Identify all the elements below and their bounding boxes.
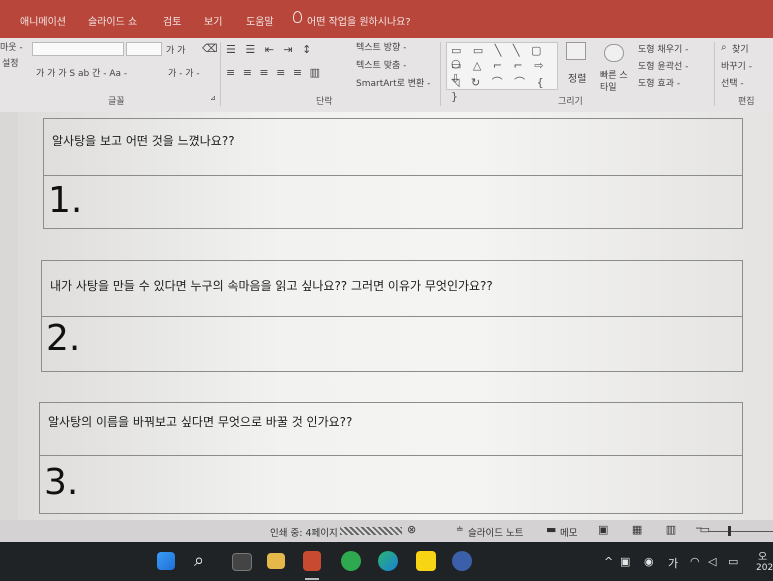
ime-indicator[interactable]: 가 [668, 555, 678, 571]
arrange-icon[interactable] [566, 42, 586, 60]
arrange-button[interactable]: 정렬 [568, 70, 586, 85]
group-editing-label: 편집 [738, 97, 755, 107]
app-icon-green[interactable] [341, 551, 361, 571]
wifi-icon[interactable]: ◠ [690, 555, 700, 568]
shape-fill-button[interactable]: 도형 채우기 - [638, 42, 688, 55]
find-button[interactable]: 찾기 [732, 42, 749, 55]
app-icon-blue[interactable] [452, 551, 472, 571]
font-size-combo[interactable] [126, 42, 162, 56]
tab-animations[interactable]: 애니메이션 [20, 13, 66, 28]
font-grow-shrink[interactable]: 가 가 [166, 43, 185, 56]
tab-slideshow[interactable]: 슬라이드 쇼 [88, 13, 137, 28]
windows-start-icon[interactable] [157, 552, 175, 570]
edge-browser-icon[interactable] [378, 551, 398, 571]
tray-overflow-icon[interactable]: ^ [604, 555, 613, 568]
reset-button[interactable]: 설정 [2, 56, 19, 69]
slide-notes-button[interactable]: 슬라이드 노트 [468, 525, 523, 539]
shape-outline-button[interactable]: 도형 윤곽선 - [638, 59, 688, 72]
zoom-slider-thumb[interactable] [728, 526, 731, 536]
question-text: 내가 사탕을 만들 수 있다면 누구의 속마음을 읽고 싶나요?? 그러면 이유… [50, 279, 493, 293]
tab-review[interactable]: 검토 [163, 13, 181, 28]
text-align-button[interactable]: 텍스트 맞춤 - [356, 58, 406, 71]
separator [440, 42, 441, 106]
tab-view[interactable]: 보기 [204, 13, 222, 28]
group-font-label: 글꼴 [108, 97, 125, 107]
font-name-combo[interactable] [32, 42, 124, 56]
tray-app-icon[interactable]: ◉ [644, 555, 654, 568]
separator [714, 42, 715, 106]
text-direction-button[interactable]: 텍스트 방향 - [356, 40, 406, 53]
battery-icon[interactable]: ▭ [728, 555, 738, 568]
active-app-indicator [305, 578, 319, 580]
answer-number: 3. [44, 462, 79, 503]
divider [44, 175, 742, 176]
clock-date[interactable]: 202 [756, 563, 773, 573]
ribbon-tab-bar: 애니메이션 슬라이드 쇼 검토 보기 도움말 어떤 작업을 원하시나요? [0, 0, 773, 38]
font-dialog-launcher-icon[interactable]: ⊿ [210, 94, 216, 102]
ribbon-home: 마웃 - 설정 가 가 ⌫ 가 가 가 S ab 간 - Aa - 가 - 가 … [0, 38, 773, 112]
group-drawing-label: 그리기 [558, 97, 583, 107]
font-style-buttons[interactable]: 가 가 가 S ab 간 - Aa - [36, 66, 127, 79]
zoom-slider[interactable] [708, 531, 773, 532]
status-bar: 인쇄 중: 4페이지 ⊗ ≐ 슬라이드 노트 ▬ 메모 ▣ ▦ ▥ ▭ − [0, 520, 773, 542]
shape-effects-button[interactable]: 도형 효과 - [638, 76, 680, 89]
shapes-gallery[interactable]: ▭ ▭ ╲ ╲ ▢ ○ ▭ △ ⌐ ⌐ ⇨ ⇩ ◹ ↻ ⌒ ⌒ { } [446, 42, 558, 103]
question-box-3[interactable]: 알사탕의 이름을 바꿔보고 싶다면 무엇으로 바꿀 것 인가요?? 3. [39, 402, 743, 514]
question-text: 알사탕을 보고 어떤 것을 느꼈나요?? [52, 134, 235, 148]
quick-styles-icon[interactable] [604, 44, 624, 62]
divider [42, 316, 742, 317]
kakaotalk-icon[interactable] [416, 551, 436, 571]
print-status: 인쇄 중: 4페이지 [270, 528, 338, 539]
tray-printer-icon[interactable]: ▣ [620, 555, 630, 568]
task-view-icon[interactable] [232, 553, 252, 571]
notes-icon: ≐ [456, 525, 464, 535]
tell-me-search[interactable]: 어떤 작업을 원하시나요? [307, 13, 411, 28]
select-button[interactable]: 선택 - [721, 76, 744, 89]
font-color-buttons[interactable]: 가 - 가 - [168, 66, 200, 79]
separator [220, 42, 221, 106]
clock-time[interactable]: 오 [758, 548, 767, 563]
answer-number: 2. [46, 318, 81, 359]
replace-button[interactable]: 바꾸기 - [721, 59, 752, 72]
shape-row-icons[interactable]: ◹ ↻ ⌒ ⌒ { } [451, 74, 557, 103]
convert-smartart-button[interactable]: SmartArt로 변환 - [356, 76, 430, 89]
zoom-out-icon[interactable]: − [695, 523, 703, 534]
align-buttons[interactable]: ≡ ≡ ≡ ≡ ≡ ▥ [226, 66, 322, 79]
list-buttons[interactable]: ☰ ☰ ⇤ ⇥ ↕ [226, 43, 314, 56]
print-progress-bar [340, 527, 402, 535]
slide-canvas[interactable]: 알사탕을 보고 어떤 것을 느꼈나요?? 1. 내가 사탕을 만들 수 있다면 … [18, 112, 773, 520]
search-icon[interactable]: ⌕ [721, 42, 727, 53]
quick-styles-button[interactable]: 빠른 스타일 [600, 70, 630, 94]
file-explorer-icon[interactable] [267, 553, 285, 569]
tab-help[interactable]: 도움말 [246, 13, 274, 28]
lightbulb-icon [293, 11, 302, 23]
taskbar: ⌕ ^ ▣ ◉ 가 ◠ ◁ ▭ 오 202 [0, 542, 773, 581]
question-box-2[interactable]: 내가 사탕을 만들 수 있다면 누구의 속마음을 읽고 싶나요?? 그러면 이유… [41, 260, 743, 372]
group-paragraph-label: 단락 [316, 97, 333, 107]
layout-button[interactable]: 마웃 - [0, 40, 23, 53]
divider [40, 455, 742, 456]
volume-icon[interactable]: ◁ [708, 555, 716, 568]
clear-format-icon[interactable]: ⌫ [202, 42, 218, 55]
search-icon[interactable]: ⌕ [194, 550, 204, 571]
slide-editor: 알사탕을 보고 어떤 것을 느꼈나요?? 1. 내가 사탕을 만들 수 있다면 … [0, 112, 773, 520]
answer-number: 1. [48, 180, 83, 221]
comment-icon: ▬ [546, 523, 557, 536]
comments-button[interactable]: 메모 [560, 525, 577, 539]
cancel-print-icon[interactable]: ⊗ [407, 523, 416, 536]
question-box-1[interactable]: 알사탕을 보고 어떤 것을 느꼈나요?? 1. [43, 118, 743, 229]
question-text: 알사탕의 이름을 바꿔보고 싶다면 무엇으로 바꿀 것 인가요?? [48, 415, 353, 429]
powerpoint-icon[interactable] [303, 551, 321, 571]
